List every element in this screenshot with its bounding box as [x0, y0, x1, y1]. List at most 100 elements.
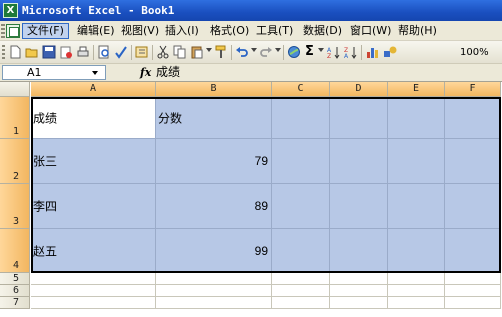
drawing-icon[interactable]	[383, 45, 397, 59]
cell-e5[interactable]	[388, 273, 445, 285]
cell-d7[interactable]	[330, 297, 388, 309]
cell-e1[interactable]	[388, 97, 445, 139]
menu-tools[interactable]: 工具(T)	[252, 23, 297, 39]
cell-f4[interactable]	[445, 229, 501, 273]
cell-d1[interactable]	[330, 97, 388, 139]
menu-file[interactable]: 文件(F)	[22, 23, 69, 39]
insert-function-icon[interactable]: fx	[140, 65, 151, 80]
menu-data[interactable]: 数据(D)	[299, 23, 346, 39]
column-header-c[interactable]: C	[272, 82, 330, 97]
cell-b5[interactable]	[156, 273, 272, 285]
cell-c7[interactable]	[272, 297, 330, 309]
cell-c5[interactable]	[272, 273, 330, 285]
column-header-f[interactable]: F	[445, 82, 501, 97]
cell-e7[interactable]	[388, 297, 445, 309]
cell-a5[interactable]	[31, 273, 156, 285]
cell-e4[interactable]	[388, 229, 445, 273]
row-header-7[interactable]: 7	[0, 297, 30, 309]
workbook-icon[interactable]	[6, 24, 20, 38]
save-icon[interactable]	[42, 45, 56, 59]
cell-f7[interactable]	[445, 297, 501, 309]
row-header-6[interactable]: 6	[0, 285, 30, 297]
cell-f2[interactable]	[445, 139, 501, 184]
zoom-combo[interactable]: 100%	[460, 45, 489, 60]
row-header-3[interactable]: 3	[0, 184, 30, 229]
menu-format[interactable]: 格式(O)	[206, 23, 253, 39]
cell-c2[interactable]	[272, 139, 330, 184]
cell-a4[interactable]: 赵五	[31, 229, 156, 273]
paste-icon[interactable]	[190, 45, 204, 59]
select-all-corner[interactable]	[0, 82, 30, 97]
row-header-1[interactable]: 1	[0, 97, 30, 139]
row-header-2[interactable]: 2	[0, 139, 30, 184]
cell-d6[interactable]	[330, 285, 388, 297]
cell-f1[interactable]	[445, 97, 501, 139]
cell-f6[interactable]	[445, 285, 501, 297]
column-header-e[interactable]: E	[388, 82, 445, 97]
formula-input[interactable]: 成绩	[156, 65, 496, 80]
undo-icon[interactable]	[235, 45, 249, 59]
copy-icon[interactable]	[173, 45, 187, 59]
menu-window[interactable]: 窗口(W)	[346, 23, 395, 39]
row-header-5[interactable]: 5	[0, 273, 30, 285]
cut-icon[interactable]	[156, 45, 170, 59]
column-header-b[interactable]: B	[156, 82, 272, 97]
cell-f3[interactable]	[445, 184, 501, 229]
column-header-d[interactable]: D	[330, 82, 388, 97]
autosum-dropdown-chevron-icon[interactable]	[318, 48, 324, 52]
autosum-icon[interactable]: Σ	[305, 45, 314, 59]
redo-dropdown-chevron-icon[interactable]	[275, 48, 281, 52]
cell-b6[interactable]	[156, 285, 272, 297]
cell-b1[interactable]: 分数	[156, 97, 272, 139]
paste-dropdown-chevron-icon[interactable]	[206, 48, 212, 52]
cell-a2[interactable]: 张三	[31, 139, 156, 184]
hyperlink-icon[interactable]	[287, 45, 301, 59]
cell-a1[interactable]: 成绩	[31, 97, 156, 139]
cell-d3[interactable]	[330, 184, 388, 229]
cell-d5[interactable]	[330, 273, 388, 285]
cell-b4[interactable]: 99	[156, 229, 272, 273]
menu-help[interactable]: 帮助(H)	[394, 23, 441, 39]
print-preview-icon[interactable]	[97, 45, 111, 59]
toolbar-separator	[152, 45, 153, 60]
cell-d4[interactable]	[330, 229, 388, 273]
format-painter-icon[interactable]	[214, 45, 228, 59]
row-header-4[interactable]: 4	[0, 229, 30, 273]
menu-grip-handle[interactable]	[1, 24, 5, 38]
cell-e3[interactable]	[388, 184, 445, 229]
spelling-icon[interactable]	[114, 45, 128, 59]
cell-c1[interactable]	[272, 97, 330, 139]
menu-edit[interactable]: 编辑(E)	[73, 23, 119, 39]
name-box[interactable]: A1	[2, 65, 106, 80]
menu-view[interactable]: 视图(V)	[117, 23, 163, 39]
new-icon[interactable]	[8, 45, 22, 59]
research-icon[interactable]	[135, 45, 149, 59]
cell-b3[interactable]: 89	[156, 184, 272, 229]
toolbar-grip-handle[interactable]	[2, 45, 5, 60]
sort-ascending-icon[interactable]: AZ	[327, 45, 341, 59]
undo-dropdown-chevron-icon[interactable]	[251, 48, 257, 52]
open-icon[interactable]	[25, 45, 39, 59]
sort-descending-icon[interactable]: ZA	[344, 45, 358, 59]
name-box-chevron-down-icon[interactable]	[92, 71, 98, 75]
redo-icon[interactable]	[259, 45, 273, 59]
print-icon[interactable]	[76, 45, 90, 59]
cell-c6[interactable]	[272, 285, 330, 297]
cell-e2[interactable]	[388, 139, 445, 184]
cell-a3[interactable]: 李四	[31, 184, 156, 229]
cell-a6[interactable]	[31, 285, 156, 297]
menu-insert[interactable]: 插入(I)	[161, 23, 203, 39]
cell-a7[interactable]	[31, 297, 156, 309]
chart-wizard-icon[interactable]	[366, 45, 380, 59]
cell-e6[interactable]	[388, 285, 445, 297]
toolbar-separator	[93, 45, 94, 60]
cell-value: 赵五	[33, 244, 58, 258]
cell-c3[interactable]	[272, 184, 330, 229]
column-header-a[interactable]: A	[31, 82, 156, 97]
cell-d2[interactable]	[330, 139, 388, 184]
cell-b2[interactable]: 79	[156, 139, 272, 184]
cell-f5[interactable]	[445, 273, 501, 285]
cell-b7[interactable]	[156, 297, 272, 309]
cell-c4[interactable]	[272, 229, 330, 273]
permission-icon[interactable]	[59, 45, 73, 59]
